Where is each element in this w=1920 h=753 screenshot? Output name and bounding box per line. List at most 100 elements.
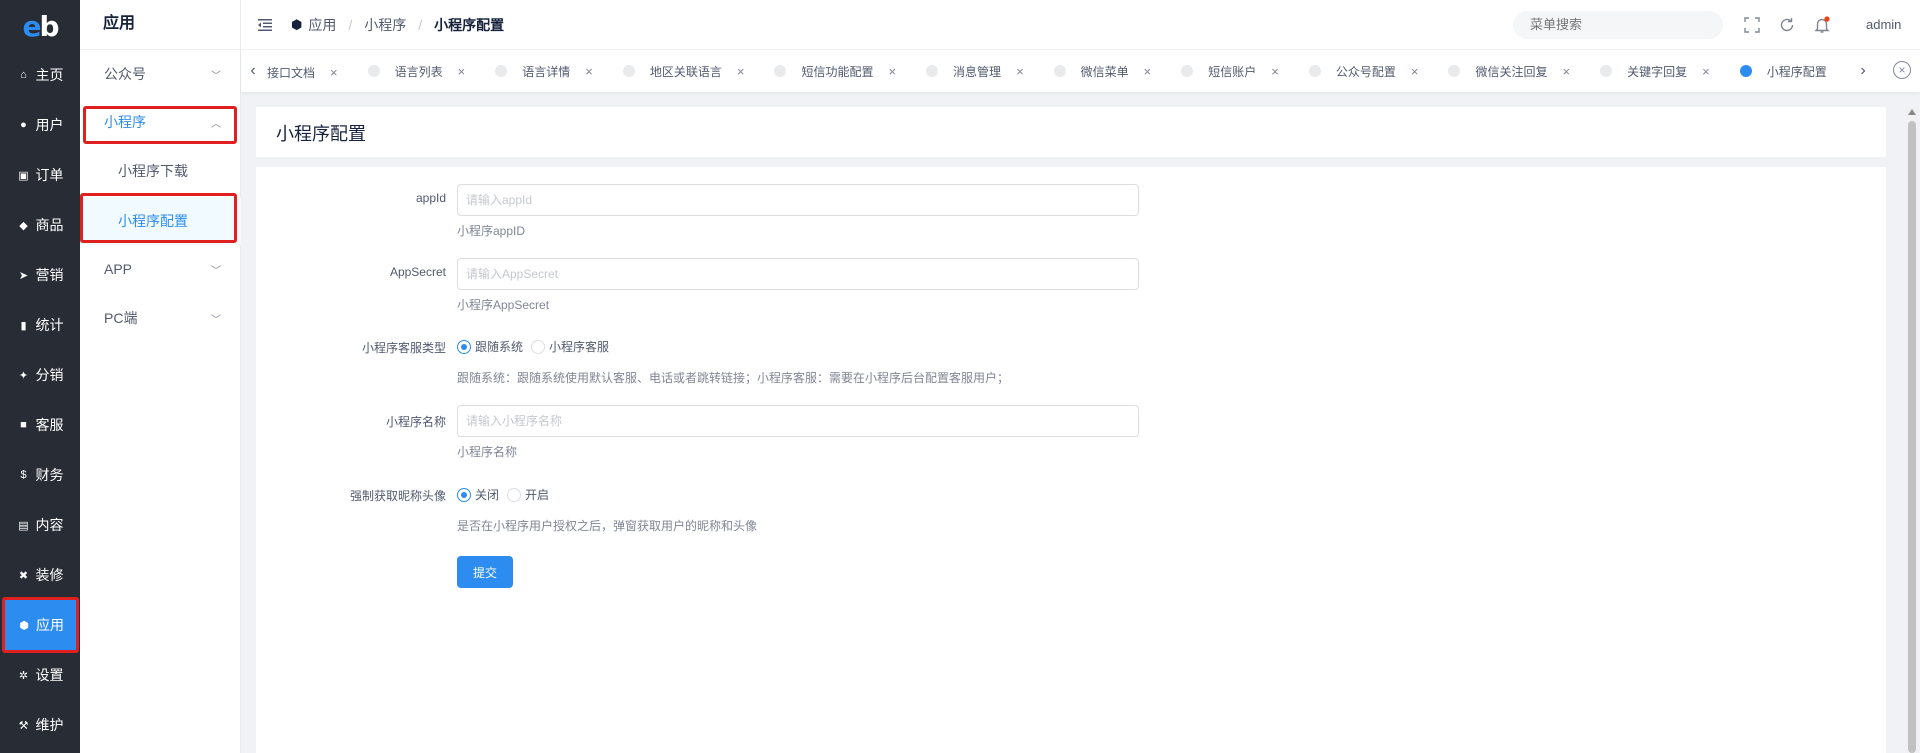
sub-nav-item-gongzhonghao[interactable]: 公众号 ﹀ bbox=[80, 50, 241, 98]
service-type-option-system[interactable]: 跟随系统 bbox=[457, 338, 523, 355]
tab-item[interactable]: 微信关注回复 × bbox=[1448, 50, 1600, 92]
chevron-left-icon[interactable]: ‹ bbox=[245, 62, 261, 80]
nav-item-4[interactable]: ➤ 营销 bbox=[0, 250, 80, 300]
tab-item[interactable]: 微信菜单 × bbox=[1053, 50, 1182, 92]
breadcrumb-item-app[interactable]: 应用 bbox=[308, 15, 336, 35]
nav-item-8[interactable]: $ 财务 bbox=[0, 450, 80, 500]
tab-close-icon[interactable]: × bbox=[1271, 64, 1279, 79]
tab-close-icon[interactable]: × bbox=[1016, 64, 1024, 79]
book-icon: ▤ bbox=[18, 519, 29, 532]
tab-status-dot bbox=[1448, 65, 1461, 77]
breadcrumb-item-miniprogram[interactable]: 小程序 bbox=[364, 15, 406, 35]
appsecret-input[interactable] bbox=[457, 258, 1139, 290]
config-form: appId 小程序appID AppSecret 小程序AppSecret 小程… bbox=[256, 167, 1886, 753]
tab-label: 公众号配置 bbox=[1335, 64, 1396, 79]
breadcrumb: ⬢ 应用 / 小程序 / 小程序配置 bbox=[291, 0, 504, 50]
nav-item-1[interactable]: ● 用户 bbox=[0, 100, 80, 150]
appid-label: appId bbox=[415, 191, 446, 205]
mp-name-help: 小程序名称 bbox=[457, 445, 518, 459]
nav-item-2[interactable]: ▣ 订单 bbox=[0, 150, 80, 200]
nav-item-label: 客服 bbox=[35, 417, 64, 433]
tab-item[interactable]: 地区关联语言 × bbox=[622, 50, 775, 92]
chevron-down-icon: ﹀ bbox=[211, 265, 221, 277]
logo[interactable]: eb bbox=[0, 0, 80, 52]
tab-item[interactable]: 关键字回复 × bbox=[1600, 50, 1740, 92]
radio-circle bbox=[457, 339, 471, 354]
service-type-option-mp[interactable]: 小程序客服 bbox=[531, 338, 609, 355]
tab-status-dot bbox=[1600, 65, 1613, 77]
scrollbar-thumb[interactable] bbox=[1908, 121, 1916, 753]
tab-item[interactable]: 小程序配置 bbox=[1739, 50, 1827, 92]
chevron-up-icon: ︿ bbox=[211, 118, 221, 130]
user-name[interactable]: admin bbox=[1866, 17, 1901, 32]
hammer-icon: ⚒ bbox=[18, 719, 29, 732]
handshake-icon: ✦ bbox=[18, 369, 29, 382]
tab-close-icon[interactable]: × bbox=[1411, 64, 1419, 79]
tab-label: 语言列表 bbox=[394, 64, 443, 79]
sub-nav-item-label: 公众号 bbox=[104, 66, 146, 82]
tab-label: 接口文档 bbox=[267, 66, 316, 80]
nav-item-13[interactable]: ⚒ 维护 bbox=[0, 700, 80, 750]
sub-nav-item-pc[interactable]: PC端 ﹀ bbox=[80, 294, 241, 342]
menu-collapse-icon[interactable] bbox=[257, 17, 273, 33]
tab-close-icon[interactable]: × bbox=[1563, 64, 1571, 79]
tab-item[interactable]: 短信功能配置 × bbox=[774, 50, 926, 92]
tab-item[interactable]: 语言列表 × bbox=[367, 50, 496, 92]
sub-nav-item-app[interactable]: APP ﹀ bbox=[80, 245, 241, 293]
tab-close-icon[interactable]: × bbox=[458, 64, 466, 79]
tab-status-dot bbox=[1053, 65, 1066, 77]
refresh-icon[interactable] bbox=[1778, 16, 1796, 34]
nav-item-7[interactable]: ■ 客服 bbox=[0, 400, 80, 450]
tab-close-icon[interactable]: × bbox=[737, 64, 745, 79]
tab-close-icon[interactable]: × bbox=[1702, 64, 1710, 79]
tab-close-icon[interactable]: × bbox=[585, 64, 593, 79]
mp-name-input[interactable] bbox=[457, 405, 1139, 437]
tab-label: 小程序配置 bbox=[1766, 64, 1827, 79]
tab-close-icon[interactable]: × bbox=[888, 64, 896, 79]
page-scrollbar[interactable] bbox=[1906, 107, 1918, 753]
nav-item-11[interactable]: ⬢ 应用 bbox=[2, 597, 79, 653]
home-icon: ⌂ bbox=[20, 69, 27, 81]
menu-search-input[interactable] bbox=[1513, 11, 1723, 39]
fullscreen-icon[interactable] bbox=[1743, 16, 1761, 34]
tab-status-dot bbox=[367, 65, 380, 77]
nav-item-5[interactable]: ▮ 统计 bbox=[0, 300, 80, 350]
breadcrumb-item-current: 小程序配置 bbox=[434, 17, 505, 33]
bell-icon[interactable] bbox=[1813, 16, 1831, 34]
bar-chart-icon: ▮ bbox=[20, 319, 27, 332]
tab-close-icon[interactable]: × bbox=[330, 65, 338, 80]
sub-nav-item-mp-download[interactable]: 小程序下载 bbox=[80, 147, 241, 195]
cube-icon: ⬢ bbox=[19, 619, 29, 632]
nav-item-label: 订单 bbox=[35, 167, 64, 183]
top-header: ⬢ 应用 / 小程序 / 小程序配置 admin bbox=[241, 0, 1920, 50]
radio-circle bbox=[507, 487, 522, 502]
close-all-tabs-icon[interactable]: × bbox=[1893, 61, 1911, 79]
tab-item[interactable]: 短信账户 × bbox=[1181, 50, 1309, 92]
mp-name-label: 小程序名称 bbox=[385, 415, 446, 429]
tab-item[interactable]: 语言详情 × bbox=[495, 50, 623, 92]
sub-nav-item-label: APP bbox=[104, 261, 133, 277]
appid-input[interactable] bbox=[457, 184, 1139, 216]
sub-nav-item-mp-config[interactable]: 小程序配置 bbox=[80, 197, 241, 245]
nav-item-6[interactable]: ✦ 分销 bbox=[0, 350, 80, 400]
chevron-right-icon[interactable]: › bbox=[1855, 62, 1871, 80]
tab-item[interactable]: 接口文档 × bbox=[267, 52, 368, 93]
force-avatar-option-on[interactable]: 开启 bbox=[507, 486, 549, 503]
nav-item-label: 财务 bbox=[35, 467, 64, 483]
nav-item-12[interactable]: ✲ 设置 bbox=[0, 650, 80, 700]
force-avatar-option-off[interactable]: 关闭 bbox=[457, 486, 499, 503]
tab-item[interactable]: 公众号配置 × bbox=[1308, 50, 1449, 92]
nav-item-0[interactable]: ⌂ 主页 bbox=[0, 50, 80, 100]
page-title: 小程序配置 bbox=[276, 124, 366, 144]
tab-close-icon[interactable]: × bbox=[1144, 64, 1152, 79]
radio-label: 小程序客服 bbox=[549, 340, 610, 354]
scroll-up-icon[interactable] bbox=[1908, 109, 1916, 115]
submit-button[interactable]: 提交 bbox=[457, 556, 513, 588]
service-type-label: 小程序客服类型 bbox=[361, 341, 446, 355]
nav-item-9[interactable]: ▤ 内容 bbox=[0, 500, 80, 550]
nav-item-3[interactable]: ◆ 商品 bbox=[0, 200, 80, 250]
tab-item[interactable]: 消息管理 × bbox=[926, 50, 1054, 92]
radio-label: 开启 bbox=[525, 488, 550, 502]
sub-nav-item-miniprogram[interactable]: 小程序 ︿ bbox=[80, 98, 241, 146]
nav-item-10[interactable]: ✖ 装修 bbox=[0, 550, 80, 600]
